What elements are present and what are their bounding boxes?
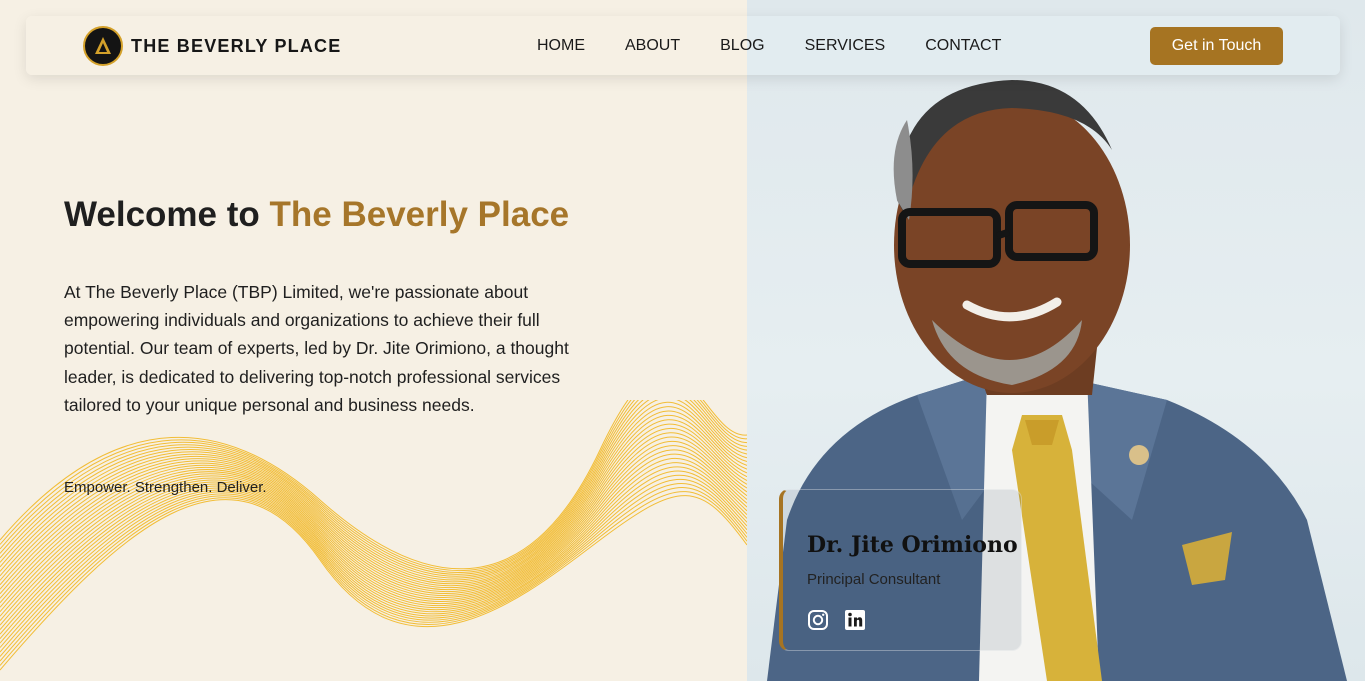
nav-services[interactable]: SERVICES (805, 37, 886, 55)
hero-paragraph: At The Beverly Place (TBP) Limited, we'r… (64, 282, 569, 415)
wave-line (0, 487, 747, 662)
brand-name[interactable]: THE BEVERLY PLACE (131, 36, 341, 57)
main-nav: HOME ABOUT BLOG SERVICES CONTACT (537, 37, 1001, 55)
decorative-wave-lines (0, 400, 747, 671)
profile-name: Dr. Jite Orimiono (807, 532, 1018, 558)
nav-about[interactable]: ABOUT (625, 37, 680, 55)
instagram-icon[interactable] (807, 609, 829, 631)
nav-contact[interactable]: CONTACT (925, 37, 1001, 55)
wave-line (0, 440, 747, 613)
profile-role: Principal Consultant (807, 571, 941, 588)
get-in-touch-button[interactable]: Get in Touch (1150, 27, 1283, 65)
logo-emblem-icon (95, 37, 111, 54)
hero-title-accent: The Beverly Place (269, 195, 570, 234)
hero-tagline: Empower. Strengthen. Deliver. (64, 479, 267, 496)
wave-line (0, 414, 747, 589)
linkedin-icon[interactable] (844, 609, 866, 631)
profile-card: Dr. Jite Orimiono Principal Consultant (779, 489, 1022, 651)
hero-title: Welcome to The Beverly Place (64, 195, 569, 235)
wave-line (0, 427, 747, 599)
wave-line (0, 491, 747, 666)
beverly-place-logo[interactable] (83, 26, 123, 66)
nav-home[interactable]: HOME (537, 37, 585, 55)
nav-blog[interactable]: BLOG (720, 37, 764, 55)
wave-line (0, 423, 747, 595)
hero-title-prefix: Welcome to (64, 195, 270, 234)
site-header: THE BEVERLY PLACE HOME ABOUT BLOG SERVIC… (26, 16, 1340, 75)
